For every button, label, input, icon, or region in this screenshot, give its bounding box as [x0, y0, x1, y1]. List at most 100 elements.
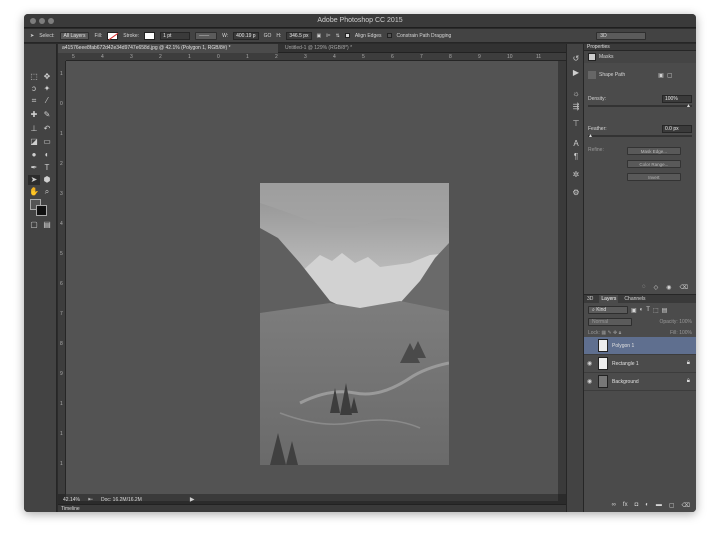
layer-name[interactable]: Background [612, 379, 639, 385]
blend-mode-dropdown[interactable]: Normal [588, 318, 632, 326]
type-filter-icon[interactable]: T [646, 307, 650, 313]
new-group-icon[interactable]: ▬ [656, 502, 662, 510]
adjustment-filter-icon[interactable]: ◐ [640, 307, 644, 313]
layer-row[interactable]: ◉ Background 🔒︎ [584, 373, 696, 391]
link-layers-icon[interactable]: ∞ [612, 502, 616, 510]
apply-mask-icon[interactable]: ◇ [654, 284, 659, 292]
path-selection-icon[interactable]: ➤ [28, 175, 40, 185]
magic-wand-icon[interactable]: ✦ [41, 84, 53, 94]
feather-slider-thumb[interactable]: ▲ [588, 133, 593, 139]
fill-field[interactable]: 100% [679, 330, 692, 336]
path-alignment-icon[interactable]: ⊫ [326, 33, 330, 39]
tool-presets-icon[interactable]: ⊤ [571, 119, 581, 129]
layer-row[interactable]: Polygon 1 [584, 337, 696, 355]
timeline-panel[interactable]: Timeline [58, 504, 566, 512]
stroke-swatch[interactable] [144, 31, 156, 40]
shape-filter-icon[interactable]: ⬚ [653, 307, 659, 314]
3d-icon[interactable]: ⚙ [571, 188, 581, 198]
move-tool-icon[interactable]: ✥ [41, 72, 53, 82]
dodge-tool-icon[interactable]: ◐ [41, 150, 53, 160]
eye-icon[interactable]: ◉ [587, 360, 592, 367]
brush-presets-icon[interactable]: ✲ [571, 170, 581, 180]
fill-swatch[interactable] [107, 31, 119, 40]
visibility-toggle-icon[interactable]: ◉ [666, 284, 671, 292]
tab-document-2[interactable]: Untitled-1 @ 129% (RGB/8*) * [281, 44, 401, 53]
add-vector-mask-icon[interactable]: ▢ [667, 72, 673, 79]
density-slider-thumb[interactable]: ▲ [686, 103, 691, 109]
tab-layers[interactable]: Layers [599, 295, 619, 303]
background-color-swatch[interactable] [36, 205, 47, 216]
new-layer-icon[interactable]: ▢ [669, 502, 675, 510]
screen-mode-icon[interactable]: ▤ [41, 220, 53, 230]
feather-field[interactable]: 0.0 px [662, 125, 692, 133]
export-icon[interactable]: ⇤ [88, 496, 93, 503]
load-selection-icon[interactable]: ◌ [642, 284, 646, 292]
new-adjustment-icon[interactable]: ◐ [645, 502, 649, 510]
layer-name[interactable]: Rectangle 1 [612, 361, 639, 367]
link-label[interactable]: GO [264, 33, 272, 39]
path-operations-icon[interactable]: ▣ [317, 33, 322, 39]
pixel-filter-icon[interactable]: ▣ [631, 307, 637, 314]
layer-row[interactable]: ◉ Rectangle 1 🔒︎ [584, 355, 696, 373]
path-selection-tool-icon[interactable]: ➤ [30, 33, 34, 39]
align-edges-checkbox[interactable] [344, 33, 350, 38]
crop-tool-icon[interactable]: ⌗ [28, 96, 40, 106]
stroke-width-field[interactable]: 1 pt [160, 31, 191, 40]
zoom-tool-icon[interactable]: ⌕ [41, 187, 53, 197]
lock-icons[interactable]: ▦ ✎ ✥ 🔒︎ [601, 330, 621, 336]
eraser-icon[interactable]: ◪ [28, 137, 40, 147]
status-menu-arrow-icon[interactable]: ▶ [190, 496, 195, 503]
path-arrangement-icon[interactable]: ⇅ [336, 33, 340, 39]
canvas-area[interactable] [66, 61, 558, 494]
type-tool-icon[interactable]: T [41, 163, 53, 173]
brush-tool-icon[interactable]: ✎ [41, 110, 53, 120]
tab-channels[interactable]: Channels [624, 295, 645, 303]
actions-play-icon[interactable]: ▶ [571, 68, 581, 78]
density-slider[interactable]: ▲ [588, 103, 692, 109]
history-icon[interactable]: ↺ [571, 54, 581, 64]
properties-header[interactable]: Properties [584, 44, 696, 51]
feather-slider[interactable]: ▲ [588, 133, 692, 139]
history-brush-icon[interactable]: ↶ [41, 124, 53, 134]
tab-document-1[interactable]: a41576eee8fab672d42e34d9747e658d.jpg @ 4… [58, 44, 278, 53]
tab-3d[interactable]: 3D [587, 295, 593, 303]
quick-mask-icon[interactable]: ▢ [28, 220, 40, 230]
opacity-field[interactable]: 100% [679, 319, 692, 325]
lasso-tool-icon[interactable]: ↄ [28, 84, 40, 94]
stroke-type-dropdown[interactable]: —— [195, 31, 218, 40]
smart-object-filter-icon[interactable]: ▤ [662, 307, 668, 314]
fx-icon[interactable]: fx [623, 502, 628, 510]
paragraph-icon[interactable]: ¶ [571, 152, 581, 162]
workspace-dropdown[interactable]: 3D [596, 31, 647, 40]
trash-icon[interactable]: ⌫ [682, 502, 690, 510]
character-icon[interactable]: A [571, 139, 581, 149]
clone-stamp-icon[interactable]: ⊥ [28, 124, 40, 134]
shape-tool-icon[interactable]: ⬢ [41, 175, 53, 185]
pen-tool-icon[interactable]: ✒ [28, 163, 40, 173]
delete-mask-icon[interactable]: ⌫ [680, 284, 688, 292]
marquee-tool-icon[interactable]: ⬚ [28, 72, 40, 82]
mask-edge-button[interactable]: Mask Edge... [626, 147, 681, 155]
add-pixel-mask-icon[interactable]: ▣ [658, 72, 664, 79]
hand-tool-icon[interactable]: ✋ [28, 187, 40, 197]
color-range-button[interactable]: Color Range... [626, 160, 681, 168]
adjustments-icon[interactable]: ☼ [571, 89, 581, 99]
blur-tool-icon[interactable]: ● [28, 150, 40, 160]
vertical-scrollbar[interactable] [558, 61, 566, 494]
healing-brush-icon[interactable]: ✚ [28, 110, 40, 120]
eye-icon[interactable]: ◉ [587, 378, 592, 385]
layer-name[interactable]: Polygon 1 [612, 343, 634, 349]
select-dropdown[interactable]: All Layers [59, 31, 90, 40]
zoom-level[interactable]: 42.14% [63, 497, 80, 503]
height-field[interactable]: 346.5 px [286, 31, 312, 40]
density-field[interactable]: 100% [662, 95, 692, 103]
invert-button[interactable]: Invert [626, 173, 681, 181]
styles-icon[interactable]: ⇶ [571, 102, 581, 112]
constrain-checkbox[interactable] [386, 33, 392, 38]
lock-label: Lock: [588, 330, 600, 336]
add-mask-icon[interactable]: ◘ [635, 502, 639, 510]
kind-filter-dropdown[interactable]: ⌕ Kind [588, 306, 628, 314]
width-field[interactable]: 400.19 p [233, 31, 259, 40]
gradient-icon[interactable]: ▭ [41, 137, 53, 147]
eyedropper-icon[interactable]: ⁄ [41, 96, 53, 106]
